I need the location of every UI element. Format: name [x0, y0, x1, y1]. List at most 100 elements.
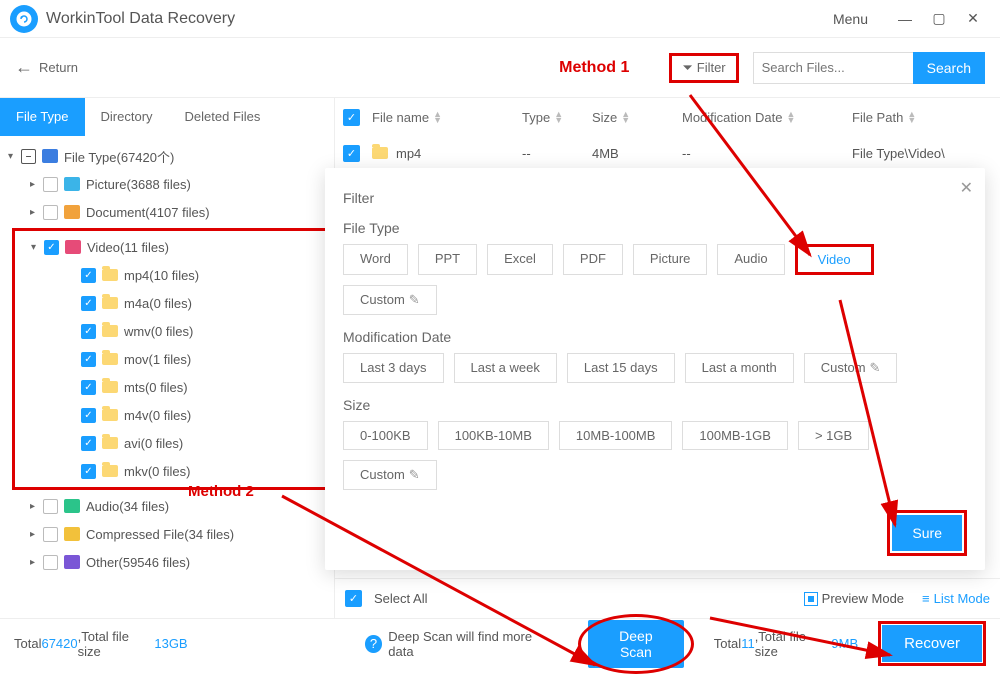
menu-button[interactable]: Menu — [833, 11, 868, 27]
tree-item[interactable]: ✓mp4(10 files) — [15, 261, 325, 289]
size-chips: 0-100KB 100KB-10MB 10MB-100MB 100MB-1GB … — [343, 421, 967, 490]
checkbox-icon[interactable] — [43, 527, 58, 542]
chip-size-100kb-10mb[interactable]: 100KB-10MB — [438, 421, 549, 450]
other-icon — [64, 555, 80, 569]
sort-icon[interactable]: ▲▼ — [621, 111, 630, 123]
checkbox-icon[interactable]: ✓ — [343, 109, 360, 126]
sort-icon[interactable]: ▲▼ — [907, 111, 916, 123]
chip-word[interactable]: Word — [343, 244, 408, 275]
deep-scan-hint: Deep Scan will find more data — [388, 629, 558, 659]
method1-label: Method 1 — [559, 59, 629, 77]
pencil-icon: ✎ — [870, 360, 881, 375]
close-icon[interactable]: ✕ — [964, 10, 982, 28]
chip-audio[interactable]: Audio — [717, 244, 784, 275]
return-label: Return — [39, 60, 78, 75]
date-chips: Last 3 days Last a week Last 15 days Las… — [343, 353, 967, 383]
sure-highlight-box: Sure — [887, 510, 967, 556]
chip-lastweek[interactable]: Last a week — [454, 353, 557, 383]
tree-audio[interactable]: ▸ Audio(34 files) — [0, 492, 334, 520]
sort-icon[interactable]: ▲▼ — [786, 111, 795, 123]
chip-ppt[interactable]: PPT — [418, 244, 477, 275]
checkbox-icon[interactable]: ✓ — [343, 145, 360, 162]
titlebar: WorkinTool Data Recovery Menu — ▢ ✕ — [0, 0, 1000, 38]
tree-item[interactable]: ✓mkv(0 files) — [15, 457, 325, 485]
toolbar: ← Return Method 1 ⏷ Filter Search — [0, 38, 1000, 98]
content-panel: ✓ File name▲▼ Type▲▼ Size▲▼ Modification… — [335, 98, 1000, 618]
filetype-icon — [42, 149, 58, 163]
chip-date-custom[interactable]: Custom✎ — [804, 353, 898, 383]
chip-picture[interactable]: Picture — [633, 244, 707, 275]
folder-icon — [102, 409, 118, 421]
chip-size-custom[interactable]: Custom✎ — [343, 460, 437, 490]
checkbox-icon[interactable]: ✓ — [44, 240, 59, 255]
sure-button[interactable]: Sure — [892, 515, 962, 551]
footer: Total 67420 ,Total file size 13GB ? Deep… — [0, 618, 1000, 668]
tree-item[interactable]: ✓m4a(0 files) — [15, 289, 325, 317]
list-mode-icon: ≡ — [922, 591, 930, 606]
chip-size-10-100mb[interactable]: 10MB-100MB — [559, 421, 672, 450]
return-button[interactable]: ← Return — [15, 57, 78, 78]
chip-excel[interactable]: Excel — [487, 244, 553, 275]
list-mode-button[interactable]: List Mode — [934, 591, 990, 606]
tree-item[interactable]: ✓wmv(0 files) — [15, 317, 325, 345]
folder-icon — [372, 147, 388, 159]
filetype-section-label: File Type — [343, 220, 967, 236]
tree-root[interactable]: ▾ – File Type(67420个) — [0, 142, 334, 170]
chip-lastmonth[interactable]: Last a month — [685, 353, 794, 383]
checkbox-icon[interactable]: ✓ — [345, 590, 362, 607]
chip-video[interactable]: Video — [795, 244, 874, 275]
sort-icon[interactable]: ▲▼ — [554, 111, 563, 123]
compressed-icon — [64, 527, 80, 541]
tree-item[interactable]: ✓mov(1 files) — [15, 345, 325, 373]
chip-pdf[interactable]: PDF — [563, 244, 623, 275]
tree-compressed[interactable]: ▸ Compressed File(34 files) — [0, 520, 334, 548]
app-logo — [10, 5, 38, 33]
tab-directory[interactable]: Directory — [85, 98, 169, 136]
tree-document[interactable]: ▸ Document(4107 files) — [0, 198, 334, 226]
deep-scan-highlight: Deep Scan — [588, 620, 684, 668]
chip-size-0-100kb[interactable]: 0-100KB — [343, 421, 428, 450]
table-row[interactable]: ✓ mp4 -- 4MB -- File Type\Video\ — [335, 136, 1000, 170]
table-header: ✓ File name▲▼ Type▲▼ Size▲▼ Modification… — [335, 98, 1000, 136]
deep-scan-button[interactable]: Deep Scan — [588, 620, 684, 668]
chip-size-gt1gb[interactable]: > 1GB — [798, 421, 869, 450]
search-input[interactable] — [753, 52, 913, 84]
chip-custom[interactable]: Custom✎ — [343, 285, 437, 315]
chip-last15days[interactable]: Last 15 days — [567, 353, 675, 383]
tree-item[interactable]: ✓mts(0 files) — [15, 373, 325, 401]
recover-button[interactable]: Recover — [882, 625, 982, 662]
tree-video[interactable]: ▾ ✓ Video(11 files) — [15, 233, 325, 261]
folder-icon — [102, 437, 118, 449]
folder-icon — [102, 325, 118, 337]
file-tree: ▾ – File Type(67420个) ▸ Picture(3688 fil… — [0, 136, 334, 582]
filter-dialog: ✕ Filter File Type Word PPT Excel PDF Pi… — [325, 168, 985, 570]
size-section-label: Size — [343, 397, 967, 413]
maximize-icon[interactable]: ▢ — [930, 10, 948, 28]
app-title: WorkinTool Data Recovery — [46, 10, 833, 28]
checkbox-icon[interactable] — [43, 177, 58, 192]
tree-picture[interactable]: ▸ Picture(3688 files) — [0, 170, 334, 198]
tree-item[interactable]: ✓avi(0 files) — [15, 429, 325, 457]
pencil-icon: ✎ — [409, 467, 420, 482]
tree-item[interactable]: ✓m4v(0 files) — [15, 401, 325, 429]
checkbox-icon[interactable] — [43, 499, 58, 514]
sort-icon[interactable]: ▲▼ — [433, 111, 442, 123]
checkbox-icon[interactable] — [43, 205, 58, 220]
search-button[interactable]: Search — [913, 52, 985, 84]
dialog-close-icon[interactable]: ✕ — [960, 178, 973, 198]
checkbox-icon[interactable]: – — [21, 149, 36, 164]
checkbox-icon[interactable] — [43, 555, 58, 570]
method2-label: Method 2 — [188, 483, 254, 500]
tab-deleted[interactable]: Deleted Files — [169, 98, 277, 136]
info-icon: ? — [365, 635, 383, 653]
folder-icon — [102, 297, 118, 309]
select-all-label[interactable]: Select All — [374, 591, 427, 606]
minimize-icon[interactable]: — — [896, 10, 914, 28]
chip-size-100mb-1gb[interactable]: 100MB-1GB — [682, 421, 788, 450]
tab-file-type[interactable]: File Type — [0, 98, 85, 136]
folder-icon — [102, 381, 118, 393]
preview-mode-button[interactable]: Preview Mode — [822, 591, 904, 606]
chip-last3days[interactable]: Last 3 days — [343, 353, 444, 383]
tree-other[interactable]: ▸ Other(59546 files) — [0, 548, 334, 576]
filter-button[interactable]: ⏷ Filter — [669, 53, 738, 83]
